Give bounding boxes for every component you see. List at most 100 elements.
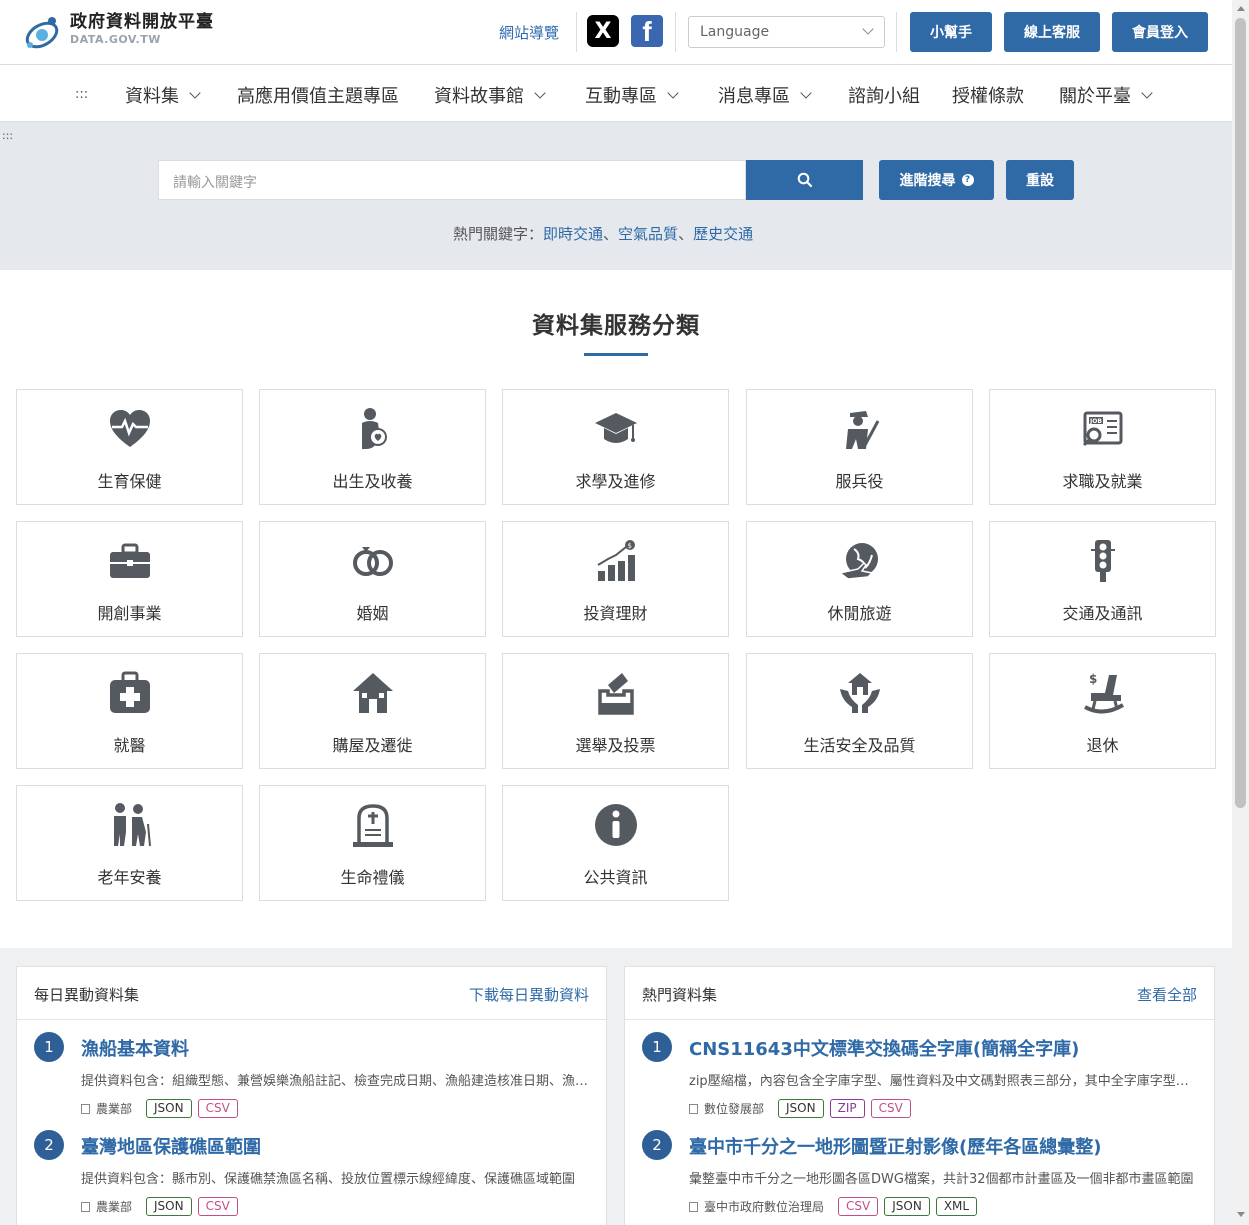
content-accesskey[interactable]: ::: [2, 129, 13, 142]
category-card[interactable]: 出生及收養 [259, 389, 486, 505]
nav-item-interactive[interactable]: 互動專區 [585, 82, 679, 108]
facebook-logo-text: f [642, 16, 652, 47]
chevron-down-icon [1141, 86, 1153, 99]
x-twitter-icon[interactable]: X [587, 15, 619, 47]
format-tag[interactable]: CSV [197, 1197, 238, 1216]
category-card[interactable]: 休閒旅遊 [746, 521, 973, 637]
dataset-meta: 農業部 JSON CSV [81, 1197, 238, 1216]
nav-item-advisory[interactable]: 諮詢小組 [848, 82, 920, 108]
dataset-title-link[interactable]: CNS11643中文標準交換碼全字庫(簡稱全字庫) [689, 1035, 1079, 1061]
category-card[interactable]: 交通及通訊 [989, 521, 1216, 637]
category-card[interactable]: $ 投資理財 [502, 521, 729, 637]
nav-label: 諮詢小組 [848, 86, 920, 107]
nav-label: 資料集 [125, 86, 179, 107]
category-card[interactable]: $ 退休 [989, 653, 1216, 769]
format-tag[interactable]: JSON [146, 1197, 192, 1216]
format-tag[interactable]: CSV [838, 1197, 879, 1216]
nav-item-news[interactable]: 消息專區 [718, 82, 812, 108]
category-label: 選舉及投票 [575, 736, 656, 755]
dataset-title-link[interactable]: 臺灣地區保護礁區範圍 [81, 1133, 261, 1159]
advanced-search-button[interactable]: 進階搜尋 ? [879, 160, 994, 200]
category-card[interactable]: 生活安全及品質 [746, 653, 973, 769]
category-card[interactable]: 購屋及遷徙 [259, 653, 486, 769]
format-tag[interactable]: CSV [870, 1099, 911, 1118]
category-card[interactable]: 生命禮儀 [259, 785, 486, 901]
dataset-org: 農業部 [96, 1102, 133, 1116]
rank-badge: 2 [642, 1130, 672, 1160]
scroll-thumb[interactable] [1235, 18, 1246, 808]
category-card[interactable]: 就醫 [16, 653, 243, 769]
scroll-up-icon[interactable] [1237, 6, 1245, 11]
language-select[interactable]: Language [688, 16, 885, 48]
download-daily-link[interactable]: 下載每日異動資料 [469, 984, 589, 1005]
dataset-title-link[interactable]: 臺中市千分之一地形圖暨正射影像(歷年各區總彙整) [689, 1133, 1101, 1159]
category-card[interactable]: 選舉及投票 [502, 653, 729, 769]
nav-label: 關於平臺 [1059, 86, 1131, 107]
category-label: 生育保健 [97, 472, 162, 491]
category-card[interactable]: 開創事業 [16, 521, 243, 637]
globe-plane-icon [747, 538, 972, 584]
job-search-icon: JOB [990, 406, 1215, 452]
building-icon [689, 1103, 698, 1114]
heart-pulse-icon [17, 406, 242, 452]
help-icon: ? [961, 174, 974, 186]
member-login-button[interactable]: 會員登入 [1112, 12, 1208, 52]
category-card[interactable]: 服兵役 [746, 389, 973, 505]
nav-item-high-value[interactable]: 高應用價值主題專區 [237, 82, 399, 108]
format-tag[interactable]: XML [935, 1197, 978, 1216]
nav-label: 授權條款 [952, 86, 1024, 107]
nav-label: 互動專區 [585, 86, 657, 107]
main-nav: ::: 資料集 高應用價值主題專區 資料故事館 互動專區 消息專區 諮詢小組 授… [0, 65, 1232, 122]
nav-accesskey[interactable]: ::: [75, 87, 88, 102]
hot-keyword-link[interactable]: 歷史交通 [693, 225, 753, 243]
category-card[interactable]: 求學及進修 [502, 389, 729, 505]
category-label: 公共資訊 [583, 868, 648, 887]
category-label: 生活安全及品質 [803, 736, 916, 755]
category-label: 出生及收養 [332, 472, 413, 491]
svg-text:JOB: JOB [1089, 418, 1102, 425]
helper-button[interactable]: 小幫手 [910, 12, 992, 52]
divider [576, 12, 577, 52]
dataset-org: 農業部 [96, 1200, 133, 1214]
category-card[interactable]: 老年安養 [16, 785, 243, 901]
page-scrollbar[interactable] [1232, 0, 1249, 1225]
category-label: 求職及就業 [1062, 472, 1143, 491]
hot-keyword-link[interactable]: 即時交通 [543, 225, 603, 243]
info-icon [503, 802, 728, 848]
nav-item-stories[interactable]: 資料故事館 [434, 82, 546, 108]
site-header: 政府資料開放平臺 DATA.GOV.TW 網站導覽 X f Language 小… [0, 0, 1232, 65]
svg-text:$: $ [627, 542, 631, 550]
scroll-down-icon[interactable] [1237, 1212, 1245, 1217]
nav-item-license[interactable]: 授權條款 [952, 82, 1024, 108]
search-button[interactable] [746, 160, 863, 200]
category-card[interactable]: JOB 求職及就業 [989, 389, 1216, 505]
format-tag[interactable]: JSON [778, 1099, 824, 1118]
format-tag[interactable]: ZIP [829, 1099, 865, 1118]
logo-subtitle: DATA.GOV.TW [70, 33, 161, 46]
format-tag[interactable]: CSV [197, 1099, 238, 1118]
tombstone-icon [260, 802, 485, 848]
nav-item-about[interactable]: 關於平臺 [1059, 82, 1153, 108]
language-select-value: Language [700, 24, 770, 40]
format-tag[interactable]: JSON [884, 1197, 930, 1216]
site-map-link[interactable]: 網站導覽 [499, 22, 559, 43]
site-logo[interactable]: 政府資料開放平臺 DATA.GOV.TW [22, 11, 214, 53]
facebook-icon[interactable]: f [631, 15, 663, 47]
daily-updates-panel: 每日異動資料集 下載每日異動資料 1 漁船基本資料 提供資料包含：組織型態、兼營… [16, 966, 607, 1225]
format-tag[interactable]: JSON [146, 1099, 192, 1118]
reset-button[interactable]: 重設 [1006, 160, 1074, 200]
online-support-button[interactable]: 線上客服 [1004, 12, 1100, 52]
category-card[interactable]: 生育保健 [16, 389, 243, 505]
rank-badge: 1 [642, 1032, 672, 1062]
category-card[interactable]: 婚姻 [259, 521, 486, 637]
search-input[interactable]: 請輸入關鍵字 [158, 160, 746, 200]
hot-keyword-link[interactable]: 空氣品質 [618, 225, 678, 243]
svg-text:$: $ [1089, 672, 1097, 686]
category-card[interactable]: 公共資訊 [502, 785, 729, 901]
chevron-down-icon [667, 86, 679, 99]
category-label: 交通及通訊 [1062, 604, 1143, 623]
nav-item-datasets[interactable]: 資料集 [125, 82, 201, 108]
dataset-title-link[interactable]: 漁船基本資料 [81, 1035, 189, 1061]
view-all-link[interactable]: 查看全部 [1137, 984, 1197, 1005]
nav-label: 高應用價值主題專區 [237, 86, 399, 107]
